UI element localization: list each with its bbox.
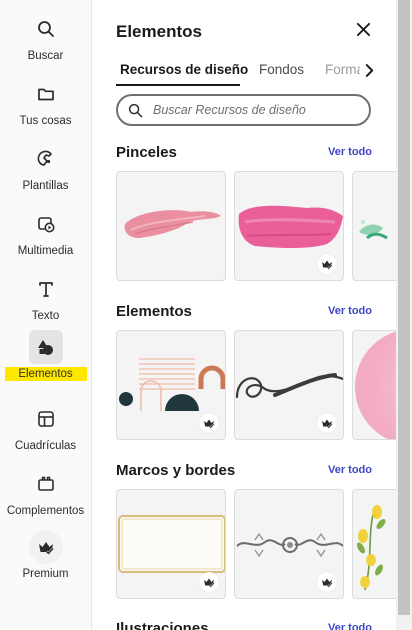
rail-label-active: Elementos [4, 367, 87, 381]
pink-watercolor-circle-image [355, 331, 396, 439]
rail-label: Multimedia [17, 245, 74, 257]
rail-label: Tus cosas [19, 115, 72, 127]
panel-scrollbar[interactable] [396, 0, 412, 630]
search-icon [29, 12, 63, 46]
side-rail: Buscar Tus cosas Plantillas Multimedia T… [0, 0, 92, 630]
rail-item-multimedia[interactable]: Multimedia [0, 207, 91, 259]
premium-crown-icon [322, 578, 333, 588]
asset-thumbnail[interactable] [116, 330, 226, 440]
text-icon [29, 272, 63, 306]
close-button[interactable] [352, 18, 374, 40]
folder-icon [29, 77, 63, 111]
rail-item-cuadriculas[interactable]: Cuadrículas [0, 402, 91, 454]
section-title: Marcos y bordes [116, 462, 236, 479]
close-icon [356, 22, 370, 36]
rail-label: Buscar [27, 50, 64, 62]
pink-brush-stroke-image [124, 210, 221, 238]
rail-item-tus-cosas[interactable]: Tus cosas [0, 77, 91, 129]
rail-item-premium[interactable]: Premium [0, 530, 91, 582]
rail-label: Complementos [6, 505, 85, 517]
rail-item-complementos[interactable]: Complementos [0, 467, 91, 519]
chevron-right-icon [365, 63, 373, 77]
media-icon [29, 207, 63, 241]
section-header-pinceles: Pinceles Ver todo [116, 144, 372, 164]
tabs-scroll-right-button[interactable] [360, 58, 378, 82]
tab-recursos-de-diseno[interactable]: Recursos de diseño [120, 62, 248, 77]
grids-icon [29, 402, 63, 436]
elements-icon [28, 330, 63, 364]
premium-crown-icon [204, 419, 215, 429]
premium-crown-icon [28, 530, 63, 564]
section-header-ilustraciones: Ilustraciones Ver todo [116, 620, 372, 630]
tab-bar: Recursos de diseño Fondos Formas [116, 56, 396, 86]
rail-item-texto[interactable]: Texto [0, 272, 91, 324]
rail-label: Premium [22, 568, 69, 580]
section-title: Pinceles [116, 144, 177, 161]
see-all-link[interactable]: Ver todo [328, 146, 372, 158]
rail-item-plantillas[interactable]: Plantillas [0, 142, 91, 194]
rail-label: Cuadrículas [14, 440, 77, 452]
asset-thumbnail[interactable] [234, 171, 344, 281]
premium-badge [199, 572, 219, 592]
asset-thumbnail[interactable] [352, 171, 396, 281]
elements-panel: Elementos Recursos de diseño Fondos Form… [92, 0, 396, 630]
asset-thumbnail[interactable] [116, 489, 226, 599]
addons-icon [29, 467, 63, 501]
rail-item-elementos[interactable]: Elementos [0, 330, 91, 382]
lemon-branch-frame-image [357, 505, 386, 591]
premium-crown-icon [322, 260, 333, 270]
panel-title: Elementos [116, 22, 202, 41]
section-header-marcos-y-bordes: Marcos y bordes Ver todo [116, 462, 372, 482]
asset-thumbnail[interactable] [234, 330, 344, 440]
rail-item-buscar[interactable]: Buscar [0, 12, 91, 64]
see-all-link[interactable]: Ver todo [328, 464, 372, 476]
section-header-elementos: Elementos Ver todo [116, 303, 372, 323]
premium-badge [317, 254, 337, 274]
brushes-row [116, 171, 396, 281]
premium-crown-icon [204, 578, 215, 588]
asset-thumbnail[interactable] [352, 330, 396, 440]
templates-icon [29, 142, 63, 176]
search-icon [128, 103, 143, 117]
asset-thumbnail[interactable] [234, 489, 344, 599]
search-field[interactable] [116, 94, 371, 126]
search-input[interactable] [153, 103, 353, 117]
frames-row [116, 489, 396, 599]
active-tab-underline [116, 84, 240, 86]
section-title: Ilustraciones [116, 620, 209, 630]
tab-fondos[interactable]: Fondos [259, 62, 304, 77]
green-brush-stroke-image [359, 220, 388, 240]
premium-badge [317, 413, 337, 433]
premium-badge [199, 413, 219, 433]
rail-label: Plantillas [22, 180, 69, 192]
asset-thumbnail[interactable] [352, 489, 396, 599]
elements-row [116, 330, 396, 440]
premium-badge [317, 572, 337, 592]
premium-crown-icon [322, 419, 333, 429]
rail-label: Texto [31, 310, 60, 322]
scrollbar-thumb[interactable] [398, 0, 410, 615]
see-all-link[interactable]: Ver todo [328, 305, 372, 317]
section-title: Elementos [116, 303, 192, 320]
see-all-link[interactable]: Ver todo [328, 622, 372, 630]
asset-thumbnail[interactable] [116, 171, 226, 281]
